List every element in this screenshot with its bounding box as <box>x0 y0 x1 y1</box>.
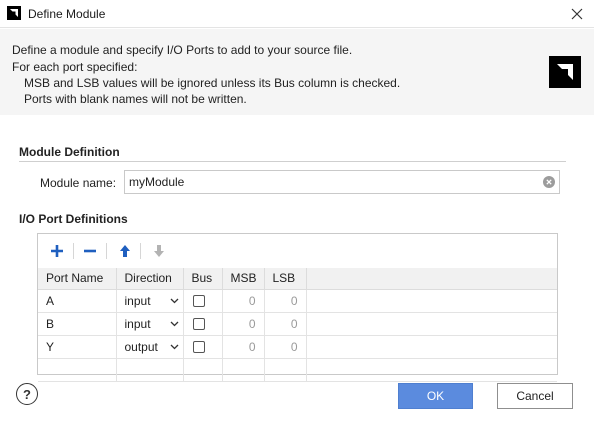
bus-cell <box>183 312 223 336</box>
ok-button[interactable]: OK <box>398 383 473 409</box>
toolbar-divider <box>140 243 141 259</box>
direction-dropdown[interactable]: output <box>116 335 184 359</box>
lsb-cell[interactable]: 0 <box>264 335 307 359</box>
add-port-button[interactable] <box>46 240 68 262</box>
filler-cell <box>306 335 557 359</box>
filler-cell <box>306 289 557 313</box>
column-header-port-name[interactable]: Port Name <box>38 268 117 290</box>
remove-port-button[interactable] <box>79 240 101 262</box>
module-name-label: Module name: <box>40 176 117 190</box>
chevron-down-icon <box>170 298 178 303</box>
port-name-cell[interactable]: Y <box>38 335 117 359</box>
bus-checkbox[interactable] <box>192 295 205 308</box>
table-row: Y output 0 0 <box>38 335 557 359</box>
direction-dropdown[interactable]: input <box>116 312 184 336</box>
empty-cell <box>222 358 265 382</box>
table-row: B input 0 0 <box>38 312 557 336</box>
lsb-cell[interactable]: 0 <box>264 312 307 336</box>
empty-cell <box>38 358 117 382</box>
table-row: A input 0 0 <box>38 289 557 313</box>
empty-cell <box>183 358 223 382</box>
close-button[interactable] <box>568 5 586 23</box>
bus-cell <box>183 289 223 313</box>
direction-dropdown[interactable]: input <box>116 289 184 313</box>
clear-icon[interactable] <box>543 176 555 188</box>
msb-cell[interactable]: 0 <box>222 312 265 336</box>
module-definition-title: Module Definition <box>19 145 120 159</box>
direction-value: output <box>124 339 158 354</box>
msb-cell[interactable]: 0 <box>222 289 265 313</box>
ports-table: Port Name Direction Bus MSB LSB A input … <box>38 268 557 382</box>
help-icon: ? <box>23 386 31 402</box>
empty-cell <box>116 358 184 382</box>
column-header-filler <box>306 268 557 290</box>
amd-logo-icon <box>549 56 581 88</box>
description-header: Define a module and specify I/O Ports to… <box>0 29 594 115</box>
filler-cell <box>306 312 557 336</box>
bus-checkbox[interactable] <box>192 318 205 331</box>
close-icon <box>571 8 583 20</box>
module-name-field[interactable] <box>124 170 560 194</box>
chevron-down-icon <box>170 344 178 349</box>
toolbar-divider <box>106 243 107 259</box>
window-title: Define Module <box>28 7 106 21</box>
port-name-cell[interactable]: A <box>38 289 117 313</box>
table-header-row: Port Name Direction Bus MSB LSB <box>38 268 557 290</box>
section-divider <box>19 161 566 162</box>
io-port-definitions-title: I/O Port Definitions <box>19 212 128 226</box>
column-header-lsb[interactable]: LSB <box>264 268 307 290</box>
port-name-cell[interactable]: B <box>38 312 117 336</box>
move-up-button[interactable] <box>114 240 136 262</box>
description-line: MSB and LSB values will be ignored unles… <box>24 76 401 90</box>
msb-cell[interactable]: 0 <box>222 335 265 359</box>
column-header-bus[interactable]: Bus <box>183 268 223 290</box>
lsb-cell[interactable]: 0 <box>264 289 307 313</box>
help-button[interactable]: ? <box>16 383 38 405</box>
move-down-button[interactable] <box>148 240 170 262</box>
column-header-direction[interactable]: Direction <box>116 268 184 290</box>
description-line: Define a module and specify I/O Ports to… <box>12 43 353 57</box>
toolbar-divider <box>73 243 74 259</box>
app-logo-icon <box>7 6 21 20</box>
cancel-button[interactable]: Cancel <box>497 383 573 409</box>
description-line: For each port specified: <box>12 60 138 74</box>
direction-value: input <box>124 293 151 308</box>
chevron-down-icon <box>170 321 178 326</box>
column-header-msb[interactable]: MSB <box>222 268 265 290</box>
title-bar: Define Module <box>0 0 594 28</box>
module-name-input[interactable] <box>129 174 529 190</box>
empty-cell <box>306 358 557 382</box>
description-line: Ports with blank names will not be writt… <box>24 92 247 106</box>
empty-cell <box>264 358 307 382</box>
io-ports-panel: Port Name Direction Bus MSB LSB A input … <box>37 233 558 382</box>
empty-row <box>38 358 557 382</box>
bus-checkbox[interactable] <box>192 341 205 354</box>
move-up-icon <box>120 245 130 257</box>
remove-icon <box>84 249 96 253</box>
move-down-icon <box>154 245 164 257</box>
direction-value: input <box>124 316 151 331</box>
bus-cell <box>183 335 223 359</box>
add-icon <box>51 245 63 257</box>
